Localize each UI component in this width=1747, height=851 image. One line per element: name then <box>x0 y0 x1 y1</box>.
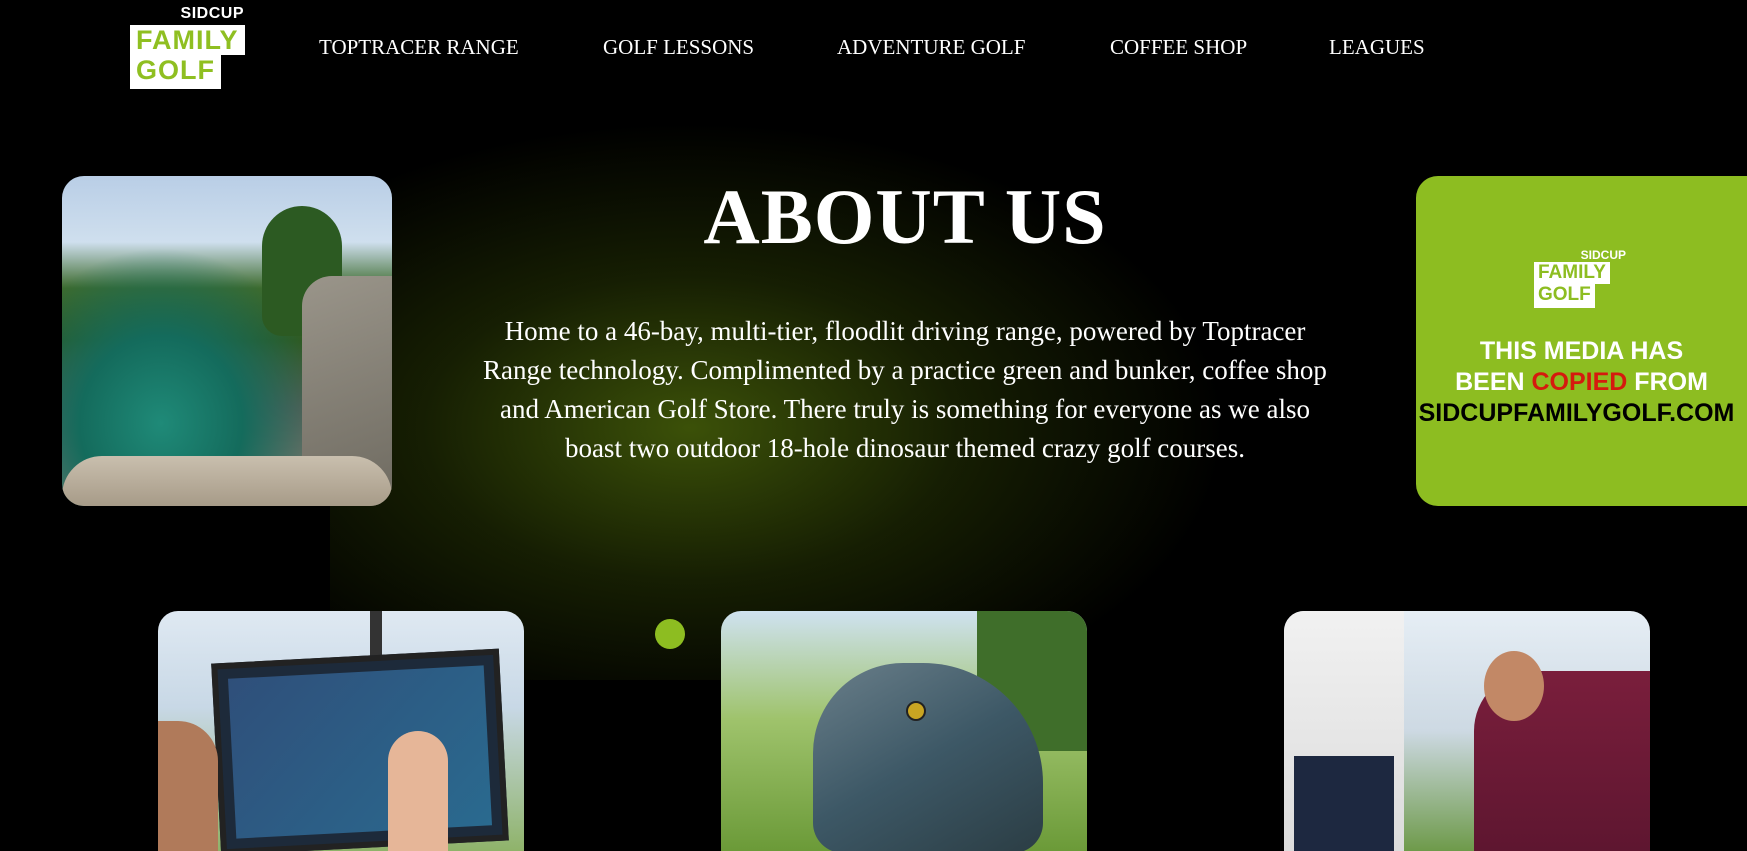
photo-screen-display <box>227 665 493 839</box>
photo-pole <box>370 611 382 659</box>
photo-hand <box>388 731 448 851</box>
banner-line2a: BEEN <box>1455 368 1532 396</box>
adventure-golf-photo <box>62 176 392 506</box>
dinosaur-golf-photo[interactable] <box>721 611 1087 851</box>
logo-line1: FAMILY <box>130 25 245 55</box>
golf-lessons-photo[interactable] <box>1284 611 1650 851</box>
logo-line2: GOLF <box>130 55 221 89</box>
banner-line2c: FROM <box>1627 368 1708 396</box>
nav-leagues[interactable]: LEAGUES <box>1329 35 1425 60</box>
photo-rocks-foreground <box>62 456 392 506</box>
banner-url: SIDCUPFAMILYGOLF.COM <box>1418 399 1735 427</box>
logo-top-text: SIDCUP <box>180 5 244 22</box>
banner-logo-line2: GOLF <box>1534 284 1595 308</box>
banner-logo-top: SIDCUP <box>1580 248 1626 262</box>
banner-line1: THIS MEDIA HAS <box>1479 337 1684 365</box>
site-header: SIDCUP FAMILY GOLF TOPTRACER RANGE GOLF … <box>0 0 1747 130</box>
site-logo[interactable]: SIDCUP FAMILY GOLF <box>130 5 248 95</box>
photo-person <box>158 721 218 851</box>
banner-message: THIS MEDIA HAS BEEN COPIED FROM SIDCUPFA… <box>1416 336 1747 429</box>
photo-coach-legs <box>1294 756 1394 851</box>
nav-adventure-golf[interactable]: ADVENTURE GOLF <box>837 35 1025 60</box>
nav-toptracer-range[interactable]: TOPTRACER RANGE <box>319 35 519 60</box>
banner-copied-word: COPIED <box>1531 368 1628 396</box>
about-description: Home to a 46-bay, multi-tier, floodlit d… <box>483 316 1327 463</box>
photo-screen <box>211 648 509 851</box>
copied-media-banner: SIDCUP FAMILY GOLF THIS MEDIA HAS BEEN C… <box>1416 176 1747 506</box>
carousel-dot[interactable] <box>655 619 685 649</box>
banner-logo: SIDCUP FAMILY GOLF <box>1534 248 1634 318</box>
photo-student-head <box>1484 651 1544 721</box>
toptracer-photo[interactable] <box>158 611 524 851</box>
banner-logo-line1: FAMILY <box>1534 262 1610 284</box>
photo-dinosaur-eye <box>906 701 926 721</box>
nav-golf-lessons[interactable]: GOLF LESSONS <box>603 35 754 60</box>
about-title: ABOUT US <box>703 173 1107 260</box>
nav-coffee-shop[interactable]: COFFEE SHOP <box>1110 35 1247 60</box>
